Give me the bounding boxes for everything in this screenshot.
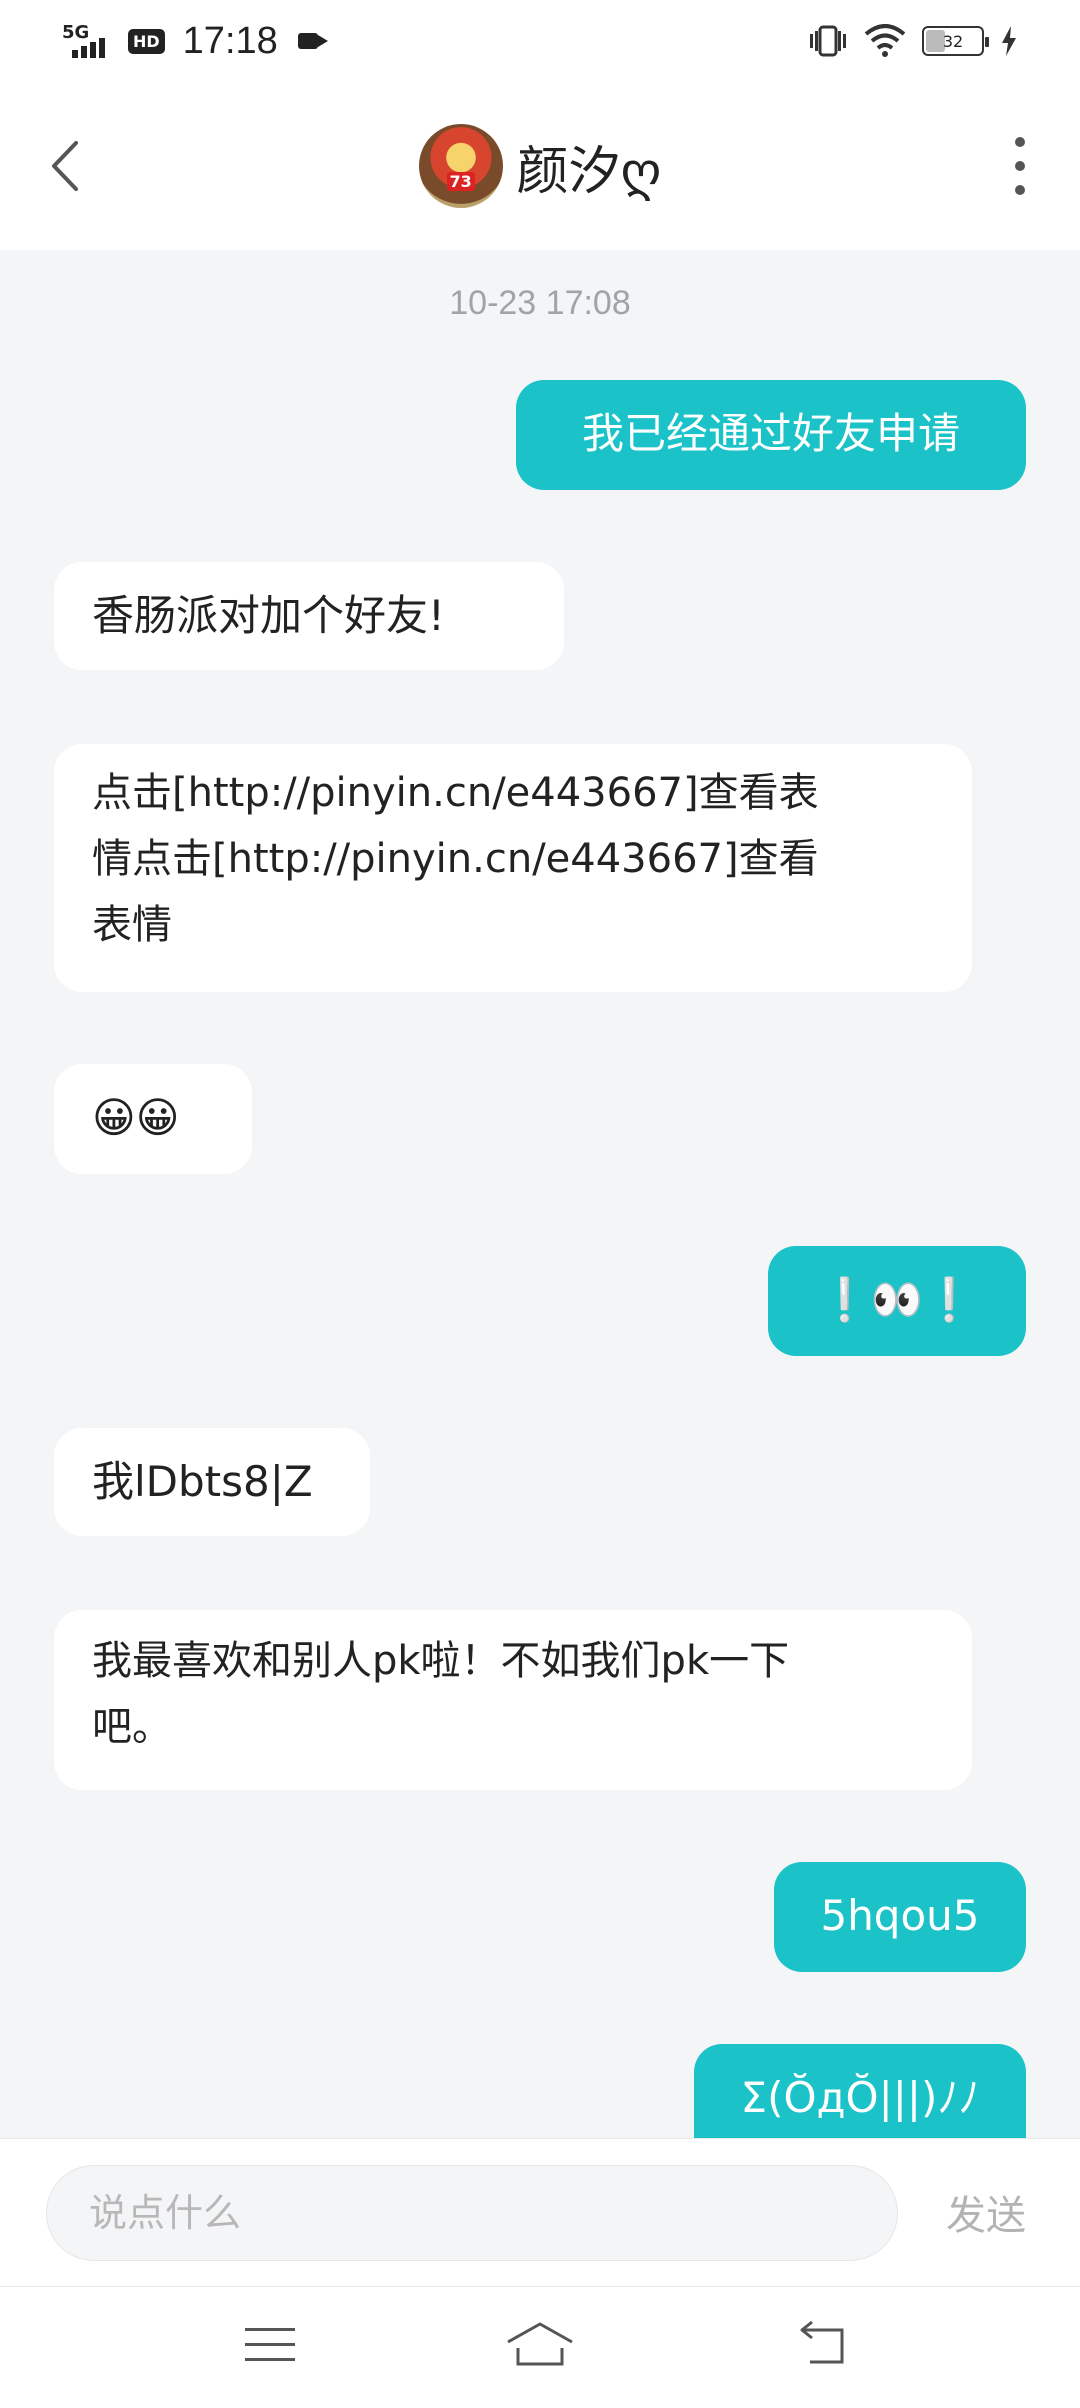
- more-icon-dot: [1015, 161, 1025, 171]
- battery-icon: 32: [922, 26, 989, 56]
- home-icon: [507, 2322, 573, 2366]
- battery-level: 32: [942, 31, 964, 51]
- home-nav-button[interactable]: [500, 2309, 580, 2379]
- message-text: 我已经通过好友申请: [581, 409, 960, 458]
- hd-badge: HD: [128, 28, 165, 54]
- back-button[interactable]: [40, 131, 90, 201]
- back-nav-button[interactable]: [784, 2309, 864, 2379]
- more-icon-dot: [1015, 137, 1025, 147]
- message-text: 我lDbts8|Z: [92, 1457, 313, 1506]
- message-text: Σ(ŎдŎ|||)ﾉﾉ: [740, 2073, 980, 2122]
- menu-icon: [245, 2357, 295, 2361]
- system-nav-bar: [0, 2286, 1080, 2408]
- message-bubble-incoming[interactable]: 香肠派对加个好友!: [54, 562, 564, 670]
- message-timestamp: 10-23 17:08: [449, 284, 631, 322]
- clock: 17:18: [182, 19, 278, 62]
- message-list[interactable]: 10-23 17:08 我已经通过好友申请 香肠派对加个好友! 点击[http:…: [0, 250, 1080, 2138]
- message-text-line: 表情: [92, 902, 172, 948]
- message-text-line: 吧。: [92, 1704, 172, 1750]
- message-bubble-outgoing[interactable]: 5hqou5: [774, 1862, 1026, 1972]
- send-button[interactable]: 发送: [946, 2183, 1026, 2241]
- more-button[interactable]: [1000, 121, 1040, 211]
- charging-icon: [1002, 26, 1016, 56]
- chat-header: 颜汐ღ: [0, 82, 1080, 250]
- message-text-line: 情点击[http://pinyin.cn/e443667]查看: [92, 836, 819, 882]
- contact-name: 颜汐ღ: [516, 141, 662, 202]
- message-text-line: 点击[http://pinyin.cn/e443667]查看表: [92, 770, 819, 816]
- back-icon: [52, 141, 78, 191]
- message-bubble-incoming[interactable]: 我lDbts8|Z: [54, 1428, 370, 1536]
- more-icon-dot: [1015, 185, 1025, 195]
- wifi-icon: [864, 24, 906, 57]
- emoji-message: 😀😀: [92, 1093, 180, 1142]
- video-record-icon: [297, 31, 328, 51]
- message-text-line: 我最喜欢和别人pk啦！不如我们pk一下: [92, 1638, 790, 1684]
- message-bubble-outgoing[interactable]: ❕👀❕: [768, 1246, 1026, 1356]
- message-input[interactable]: [46, 2165, 898, 2261]
- status-right: 32: [808, 24, 1018, 58]
- avatar[interactable]: [418, 124, 503, 208]
- status-bar: 5G HD 17:18 32: [0, 0, 1080, 82]
- message-text: 香肠派对加个好友!: [92, 591, 445, 640]
- composer: 发送: [0, 2138, 1080, 2286]
- message-bubble-outgoing[interactable]: Σ(ŎдŎ|||)ﾉﾉ: [694, 2044, 1026, 2138]
- message-bubble-outgoing[interactable]: 我已经通过好友申请: [516, 380, 1026, 490]
- status-left: 5G HD 17:18: [62, 20, 328, 63]
- contact-title[interactable]: 颜汐ღ: [418, 124, 662, 208]
- menu-icon: [245, 2327, 295, 2331]
- menu-icon: [245, 2342, 295, 2346]
- signal-icon: 5G: [62, 22, 118, 58]
- message-bubble-incoming[interactable]: 我最喜欢和别人pk啦！不如我们pk一下 吧。: [54, 1610, 972, 1790]
- emoji-message: ❕👀❕: [818, 1275, 976, 1324]
- back-nav-icon: [800, 2320, 844, 2364]
- vibrate-icon: [810, 25, 846, 57]
- menu-nav-button[interactable]: [230, 2309, 310, 2379]
- message-bubble-incoming[interactable]: 点击[http://pinyin.cn/e443667]查看表 情点击[http…: [54, 744, 972, 992]
- message-text: 5hqou5: [820, 1891, 980, 1940]
- message-bubble-incoming[interactable]: 😀😀: [54, 1064, 252, 1174]
